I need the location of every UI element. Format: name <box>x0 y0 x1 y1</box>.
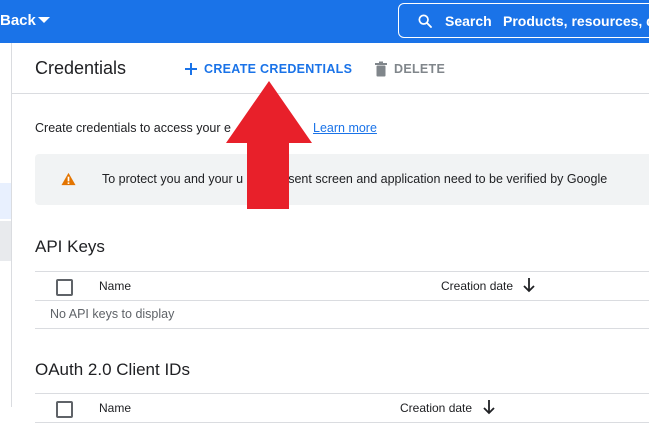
trash-icon <box>375 61 387 77</box>
sidebar-item[interactable] <box>0 221 11 261</box>
delete-label: DELETE <box>394 62 446 76</box>
column-name[interactable]: Name <box>99 401 131 415</box>
delete-button[interactable]: DELETE <box>374 59 445 79</box>
search-input[interactable]: Products, resources, d <box>503 13 649 29</box>
column-creation-date[interactable]: Creation date <box>441 279 513 293</box>
annotation-arrow <box>226 81 312 209</box>
intro-text: Create credentials to access your e <box>35 121 231 135</box>
create-credentials-button[interactable]: CREATE CREDENTIALS <box>184 59 352 79</box>
arrow-down-icon[interactable] <box>482 399 496 415</box>
warning-icon <box>61 172 76 186</box>
column-creation-date[interactable]: Creation date <box>400 401 472 415</box>
oauth-title: OAuth 2.0 Client IDs <box>35 360 190 379</box>
select-all-checkbox[interactable] <box>56 401 73 418</box>
api-keys-title: API Keys <box>35 237 105 256</box>
empty-message: No API keys to display <box>50 307 175 321</box>
oauth-table-header: Name Creation date <box>35 393 649 423</box>
api-keys-empty-row: No API keys to display <box>35 300 649 329</box>
arrow-down-icon[interactable] <box>522 277 536 293</box>
back-button[interactable]: Back <box>0 12 36 29</box>
search-icon <box>418 14 432 28</box>
learn-more-link[interactable]: Learn more <box>313 121 377 135</box>
api-keys-table-header: Name Creation date <box>35 271 649 301</box>
search-label: Search <box>445 13 492 29</box>
warning-text: To protect you and your u our consent sc… <box>102 172 608 186</box>
warning-banner: To protect you and your u our consent sc… <box>35 154 649 205</box>
page-title: Credentials <box>35 58 127 78</box>
top-bar: Back Search Products, resources, d <box>0 0 649 43</box>
plus-icon <box>185 63 197 75</box>
search-bar[interactable]: Search Products, resources, d <box>398 3 649 38</box>
chevron-down-icon[interactable] <box>38 17 50 23</box>
column-name[interactable]: Name <box>99 279 131 293</box>
sidebar-item-selected[interactable] <box>0 183 11 219</box>
select-all-checkbox[interactable] <box>56 279 73 296</box>
create-credentials-label: CREATE CREDENTIALS <box>204 62 353 76</box>
